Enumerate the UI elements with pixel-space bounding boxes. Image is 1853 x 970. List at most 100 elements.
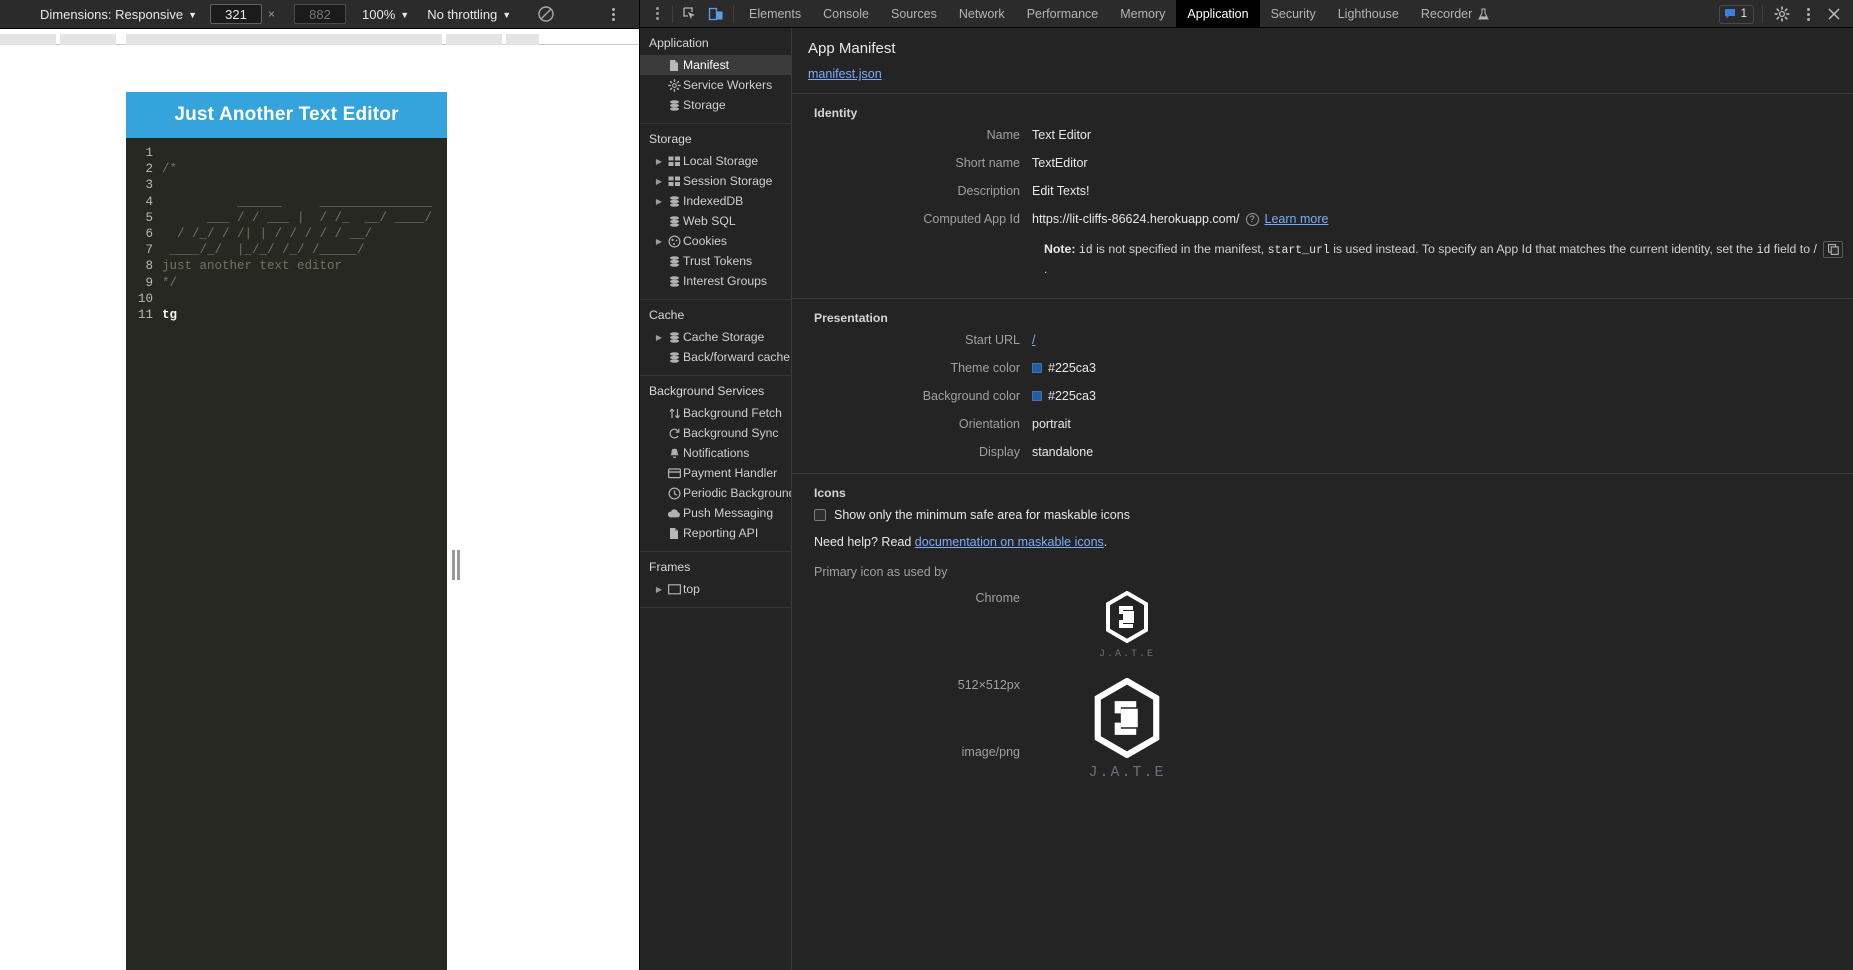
- expand-arrow-icon[interactable]: ▶: [653, 585, 665, 594]
- chevron-down-icon: ▼: [502, 9, 512, 20]
- tab-label: Application: [1187, 6, 1249, 21]
- expand-arrow-icon[interactable]: ▶: [653, 237, 665, 246]
- gear-icon[interactable]: [1771, 3, 1793, 25]
- code-line: 1: [126, 145, 447, 161]
- arrow-spacer: ▶: [653, 277, 665, 286]
- database-icon: [665, 351, 683, 364]
- more-options-icon[interactable]: [1797, 3, 1819, 25]
- sidebar-item-indexeddb[interactable]: ▶ IndexedDB: [640, 191, 791, 211]
- sidebar-item-label: Trust Tokens: [683, 254, 753, 268]
- field-label: Theme color: [950, 361, 1020, 376]
- expand-arrow-icon[interactable]: ▶: [653, 157, 665, 166]
- tab-console[interactable]: Console: [812, 0, 880, 28]
- sidebar-item-label: Periodic Background: [683, 486, 791, 500]
- sidebar-item-label: Reporting API: [683, 526, 759, 540]
- sidebar-item-web-sql[interactable]: ▶ Web SQL: [640, 211, 791, 231]
- jate-hexagon-logo-icon: [1106, 591, 1148, 644]
- throttling-label: No throttling: [427, 6, 498, 22]
- throttling-dropdown[interactable]: No throttling ▼: [427, 7, 511, 22]
- copy-icon[interactable]: [1823, 241, 1844, 259]
- line-number: 6: [145, 226, 153, 241]
- sidebar-item-back-forward-cache[interactable]: ▶ Back/forward cache: [640, 347, 791, 367]
- frame-icon: [665, 583, 683, 595]
- sidebar-item-background-sync[interactable]: ▶ Background Sync: [640, 423, 791, 443]
- app-icon-small: J.A.T.E: [1032, 591, 1222, 660]
- sidebar-item-interest-groups[interactable]: ▶ Interest Groups: [640, 271, 791, 291]
- sidebar-item-reporting-api[interactable]: ▶ Reporting API: [640, 523, 791, 543]
- tab-recorder[interactable]: Recorder: [1410, 0, 1500, 28]
- sidebar-item-payment-handler[interactable]: ▶ Payment Handler: [640, 463, 791, 483]
- table-icon: [665, 156, 683, 167]
- tab-network[interactable]: Network: [948, 0, 1016, 28]
- expand-arrow-icon[interactable]: ▶: [653, 197, 665, 206]
- tab-memory[interactable]: Memory: [1109, 0, 1176, 28]
- sidebar-item-label: Cache Storage: [683, 330, 765, 344]
- tab-lighthouse[interactable]: Lighthouse: [1327, 0, 1410, 28]
- sidebar-item-session-storage[interactable]: ▶ Session Storage: [640, 171, 791, 191]
- identity-heading: Identity: [814, 106, 858, 120]
- maskable-checkbox-row[interactable]: Show only the minimum safe area for mask…: [792, 508, 1853, 522]
- device-height-input[interactable]: [294, 4, 347, 24]
- sidebar-item-periodic-background[interactable]: ▶ Periodic Background: [640, 483, 791, 503]
- toggle-device-toolbar-icon[interactable]: [703, 3, 729, 25]
- devtools-main-menu-icon[interactable]: [646, 7, 668, 20]
- arrow-spacer: ▶: [653, 429, 665, 438]
- tab-performance[interactable]: Performance: [1016, 0, 1110, 28]
- code-line: 2 /*: [126, 161, 447, 177]
- sidebar-item-label: Back/forward cache: [683, 350, 791, 364]
- tab-security[interactable]: Security: [1260, 0, 1327, 28]
- maskable-checkbox[interactable]: [814, 509, 826, 522]
- arrow-spacer: ▶: [653, 469, 665, 478]
- maskable-docs-link[interactable]: documentation on maskable icons: [915, 535, 1104, 549]
- device-width-drag-handle[interactable]: [452, 550, 460, 580]
- start-url-link[interactable]: /: [1032, 333, 1035, 347]
- tab-application[interactable]: Application: [1176, 0, 1260, 28]
- line-number: 1: [145, 146, 153, 160]
- field-label: Background color: [922, 389, 1020, 404]
- tab-elements[interactable]: Elements: [738, 0, 812, 28]
- tab-label: Elements: [749, 6, 802, 21]
- sidebar-item-background-fetch[interactable]: ▶ Background Fetch: [640, 403, 791, 423]
- note-code-id: id: [1078, 244, 1093, 257]
- field-start-url: Start URL /: [792, 333, 1853, 347]
- tab-label: Performance: [1026, 6, 1099, 21]
- display-value: standalone: [1032, 445, 1094, 460]
- code-editor[interactable]: 1 2/* 3 4 ______ _______________ 5 ___ / / _…: [126, 138, 447, 970]
- sidebar-group-title: Frames: [649, 560, 691, 574]
- sidebar-item-cache-storage[interactable]: ▶ Cache Storage: [640, 327, 791, 347]
- field-label: Description: [957, 184, 1020, 198]
- learn-more-link[interactable]: Learn more: [1265, 212, 1329, 226]
- sidebar-item-top[interactable]: ▶ top: [640, 579, 791, 599]
- sidebar-item-label: Manifest: [683, 58, 730, 72]
- expand-arrow-icon[interactable]: ▶: [653, 177, 665, 186]
- no-media-emulation-icon[interactable]: [535, 3, 557, 25]
- zoom-dropdown[interactable]: 100% ▼: [362, 7, 409, 22]
- help-icon[interactable]: ?: [1245, 212, 1259, 226]
- field-description: Description Edit Texts!: [792, 184, 1853, 198]
- note-code-id-2: id: [1756, 244, 1771, 257]
- close-icon[interactable]: [1823, 3, 1845, 25]
- sidebar-item-push-messaging[interactable]: ▶ Push Messaging: [640, 503, 791, 523]
- message-count-badge[interactable]: 1: [1718, 4, 1754, 24]
- tab-sources[interactable]: Sources: [880, 0, 948, 28]
- inspect-element-icon[interactable]: [677, 3, 703, 25]
- sidebar-item-local-storage[interactable]: ▶ Local Storage: [640, 151, 791, 171]
- jate-logo-text: J.A.T.E: [1088, 764, 1166, 782]
- note-code-start-url: start_url: [1267, 244, 1330, 257]
- manifest-json-link[interactable]: manifest.json: [808, 67, 882, 81]
- icon-mime: image/png: [961, 745, 1020, 760]
- sidebar-item-manifest[interactable]: ▶ Manifest: [640, 55, 791, 75]
- device-toolbar-more-icon[interactable]: [605, 6, 621, 22]
- device-width-input[interactable]: [210, 4, 262, 24]
- code-line: 8 just another text editor: [126, 258, 447, 274]
- sidebar-item-trust-tokens[interactable]: ▶ Trust Tokens: [640, 251, 791, 271]
- sidebar-item-service-workers[interactable]: ▶ Service Workers: [640, 75, 791, 95]
- sidebar-item-cookies[interactable]: ▶ Cookies: [640, 231, 791, 251]
- dimensions-dropdown[interactable]: Dimensions: Responsive ▼: [40, 7, 197, 22]
- sidebar-item-storage[interactable]: ▶ Storage: [640, 95, 791, 115]
- gear-icon: [665, 78, 683, 92]
- app-manifest-view: App Manifest manifest.json Identity Name…: [792, 28, 1853, 970]
- expand-arrow-icon[interactable]: ▶: [653, 333, 665, 342]
- sidebar-item-label: top: [683, 582, 700, 596]
- sidebar-item-notifications[interactable]: ▶ Notifications: [640, 443, 791, 463]
